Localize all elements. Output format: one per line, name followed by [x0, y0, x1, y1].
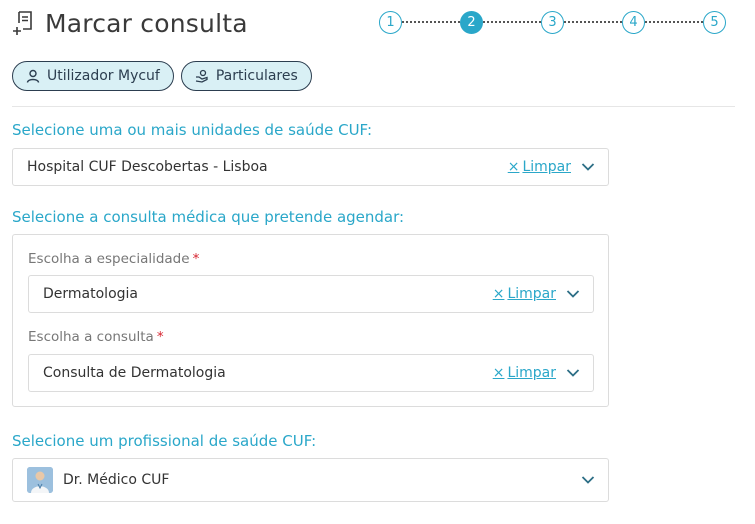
- divider: [12, 106, 735, 107]
- specialty-label-text: Escolha a especialidade: [28, 251, 190, 267]
- page-header: Marcar consulta: [13, 6, 248, 40]
- step-5[interactable]: 5: [703, 10, 726, 34]
- consult-select[interactable]: Consulta de Dermatologia × Limpar: [28, 354, 594, 392]
- step-connector: [402, 21, 460, 23]
- user-chip-label: Utilizador Mycuf: [47, 68, 160, 84]
- consultation-section-label: Selecione a consulta médica que pretende…: [12, 208, 405, 226]
- add-document-icon: [13, 11, 32, 35]
- required-marker: *: [192, 251, 200, 267]
- step-connector: [483, 21, 541, 23]
- consult-clear-button[interactable]: × Limpar: [493, 365, 556, 381]
- chevron-down-icon[interactable]: [566, 289, 580, 299]
- step-2[interactable]: 2: [460, 10, 483, 34]
- consult-clear-label: Limpar: [507, 365, 556, 381]
- consult-select-value: Consulta de Dermatologia: [43, 365, 226, 381]
- step-4[interactable]: 4: [622, 10, 645, 34]
- page-title: Marcar consulta: [45, 8, 248, 38]
- specialty-select[interactable]: Dermatologia × Limpar: [28, 275, 594, 313]
- step-connector: [564, 21, 622, 23]
- chevron-down-icon[interactable]: [581, 475, 595, 485]
- clear-icon: ×: [492, 365, 505, 381]
- step-3[interactable]: 3: [541, 10, 564, 34]
- professional-select-value: Dr. Médico CUF: [63, 472, 170, 488]
- avatar: [27, 467, 53, 493]
- particulares-chip[interactable]: Particulares: [180, 61, 312, 91]
- consult-label: Escolha a consulta *: [28, 329, 164, 345]
- specialty-clear-label: Limpar: [507, 286, 556, 302]
- professional-section-label: Selecione um profissional de saúde CUF:: [12, 432, 317, 450]
- units-clear-label: Limpar: [522, 159, 571, 175]
- required-marker: *: [156, 329, 164, 345]
- consult-label-text: Escolha a consulta: [28, 329, 154, 345]
- user-icon: [26, 69, 40, 83]
- clear-icon: ×: [507, 159, 520, 175]
- hand-coin-icon: [195, 69, 208, 83]
- units-select[interactable]: Hospital CUF Descobertas - Lisboa × Limp…: [12, 148, 609, 186]
- particulares-chip-label: Particulares: [215, 68, 298, 84]
- units-clear-button[interactable]: × Limpar: [508, 159, 571, 175]
- user-chip[interactable]: Utilizador Mycuf: [12, 61, 174, 91]
- chevron-down-icon[interactable]: [566, 368, 580, 378]
- units-section-label: Selecione uma ou mais unidades de saúde …: [12, 121, 373, 139]
- specialty-select-value: Dermatologia: [43, 286, 138, 302]
- step-1[interactable]: 1: [379, 10, 402, 34]
- professional-select[interactable]: Dr. Médico CUF: [12, 458, 609, 502]
- specialty-label: Escolha a especialidade *: [28, 251, 199, 267]
- progress-stepper: 1 2 3 4 5: [379, 10, 726, 34]
- context-chips: Utilizador Mycuf Particulares: [12, 61, 312, 91]
- specialty-clear-button[interactable]: × Limpar: [493, 286, 556, 302]
- step-connector: [645, 21, 703, 23]
- clear-icon: ×: [492, 286, 505, 302]
- units-select-value: Hospital CUF Descobertas - Lisboa: [27, 159, 268, 175]
- chevron-down-icon[interactable]: [581, 162, 595, 172]
